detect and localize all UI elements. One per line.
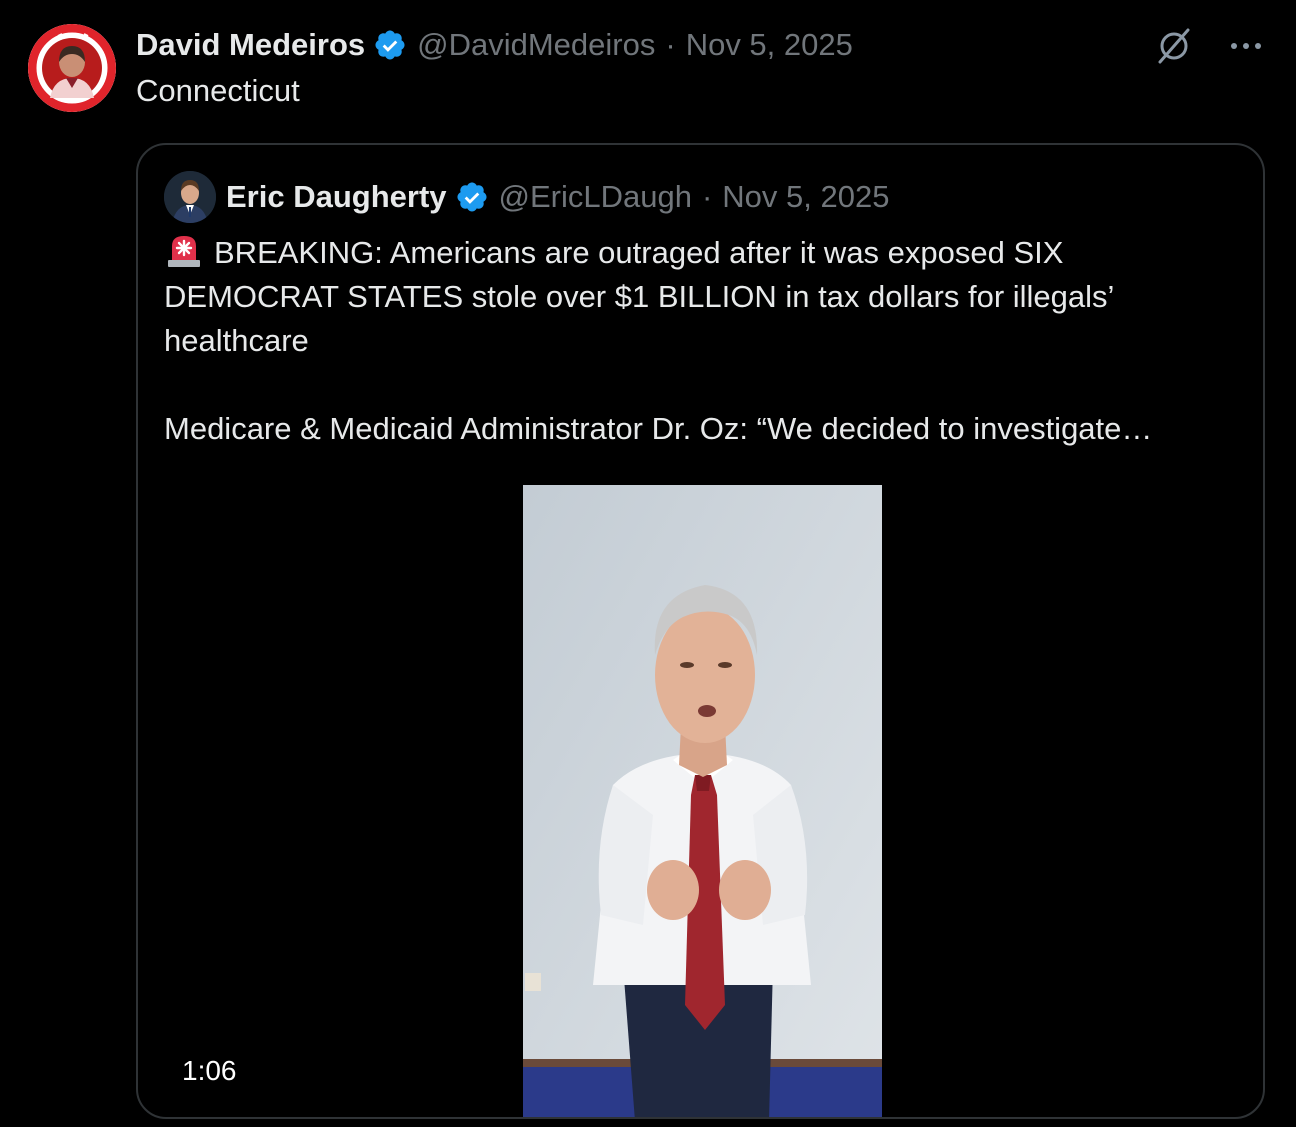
video-thumbnail <box>523 485 882 1117</box>
author-avatar[interactable] <box>28 24 116 112</box>
more-icon[interactable] <box>1224 24 1268 68</box>
author-name[interactable]: David Medeiros <box>136 27 365 63</box>
grok-icon[interactable] <box>1152 24 1196 68</box>
tweet-actions-top <box>1152 24 1268 68</box>
tweet-text: Connecticut <box>136 73 300 108</box>
quoted-tweet[interactable]: Eric Daugherty @EricLDaugh · Nov 5, 2025 <box>136 143 1265 1119</box>
author-handle[interactable]: @DavidMedeiros <box>417 27 655 63</box>
quoted-text-p1: BREAKING: Americans are outraged after i… <box>164 235 1114 358</box>
verified-badge-icon <box>455 180 489 214</box>
quoted-author-name[interactable]: Eric Daugherty <box>226 179 447 215</box>
separator-dot: · <box>701 179 713 214</box>
tweet[interactable]: David Medeiros @DavidMedeiros · Nov 5, 2… <box>0 0 1296 1127</box>
tweet-date[interactable]: Nov 5, 2025 <box>686 27 853 63</box>
siren-emoji-icon <box>164 232 204 268</box>
separator-dot: · <box>665 27 676 62</box>
quoted-tweet-header: Eric Daugherty @EricLDaugh · Nov 5, 2025 <box>226 175 889 219</box>
video-player[interactable] <box>523 485 882 1117</box>
quoted-author-avatar[interactable] <box>164 171 216 223</box>
video-duration: 1:06 <box>182 1055 237 1086</box>
quoted-author-handle[interactable]: @EricLDaugh <box>499 179 692 215</box>
quoted-text-paragraph-1: BREAKING: Americans are outraged after i… <box>164 231 1244 363</box>
tweet-header: David Medeiros @DavidMedeiros · Nov 5, 2… <box>136 24 853 66</box>
quoted-tweet-date[interactable]: Nov 5, 2025 <box>722 179 889 215</box>
avatar-logo-icon <box>28 24 116 112</box>
quoted-tweet-text: BREAKING: Americans are outraged after i… <box>164 231 1244 451</box>
verified-badge-icon <box>373 28 407 62</box>
quoted-text-p2: Medicare & Medicaid Administrator Dr. Oz… <box>164 411 1153 446</box>
